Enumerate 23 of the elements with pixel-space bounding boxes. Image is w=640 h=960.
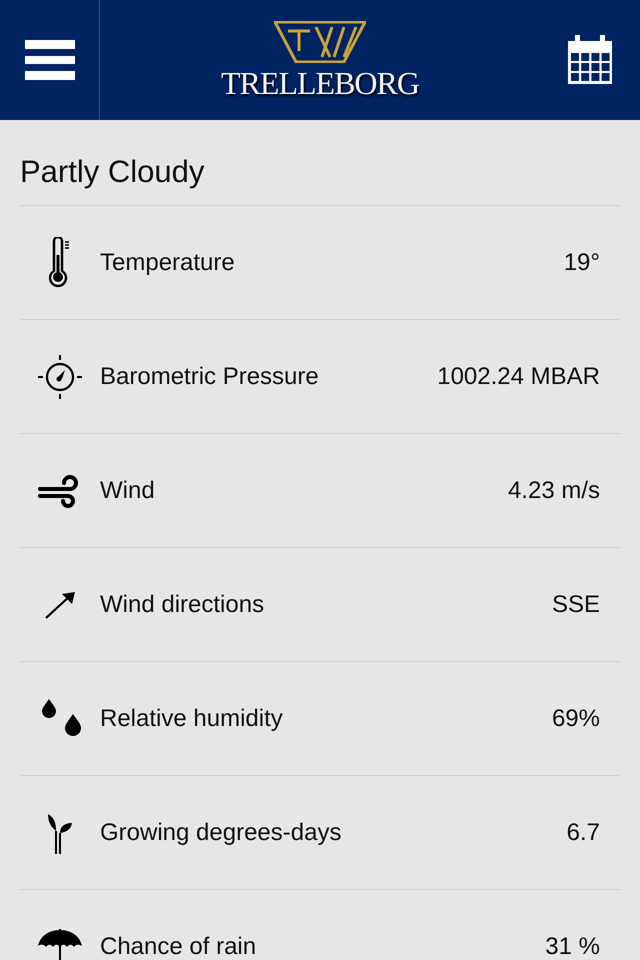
thermometer-icon xyxy=(49,236,71,288)
compass-icon xyxy=(37,354,83,400)
logo-text: TRELLEBORG xyxy=(221,67,419,99)
logo-emblem-icon xyxy=(274,21,366,63)
metric-value: 6.7 xyxy=(566,818,601,846)
metric-label: Barometric Pressure xyxy=(100,362,320,390)
metric-value: 1002.24 MBAR xyxy=(437,362,601,390)
metric-label: Temperature xyxy=(100,248,236,276)
menu-icon xyxy=(24,40,74,80)
metric-label: Wind directions xyxy=(100,590,266,618)
calendar-icon xyxy=(567,35,613,85)
metric-value: 19° xyxy=(564,248,601,276)
metric-label: Growing degrees-days xyxy=(100,818,342,846)
metric-value: 4.23 m/s xyxy=(508,476,601,504)
metric-value: SSE xyxy=(552,590,601,618)
umbrella-icon xyxy=(37,928,83,960)
metric-value: 69% xyxy=(552,704,601,732)
metric-value: 31 % xyxy=(545,932,601,960)
metric-label: Wind xyxy=(100,476,156,504)
metric-label: Relative humidity xyxy=(100,704,284,732)
arrow-icon xyxy=(43,590,77,620)
metric-label: Chance of rain xyxy=(100,932,258,960)
weather-condition: Partly Cloudy xyxy=(20,153,206,191)
